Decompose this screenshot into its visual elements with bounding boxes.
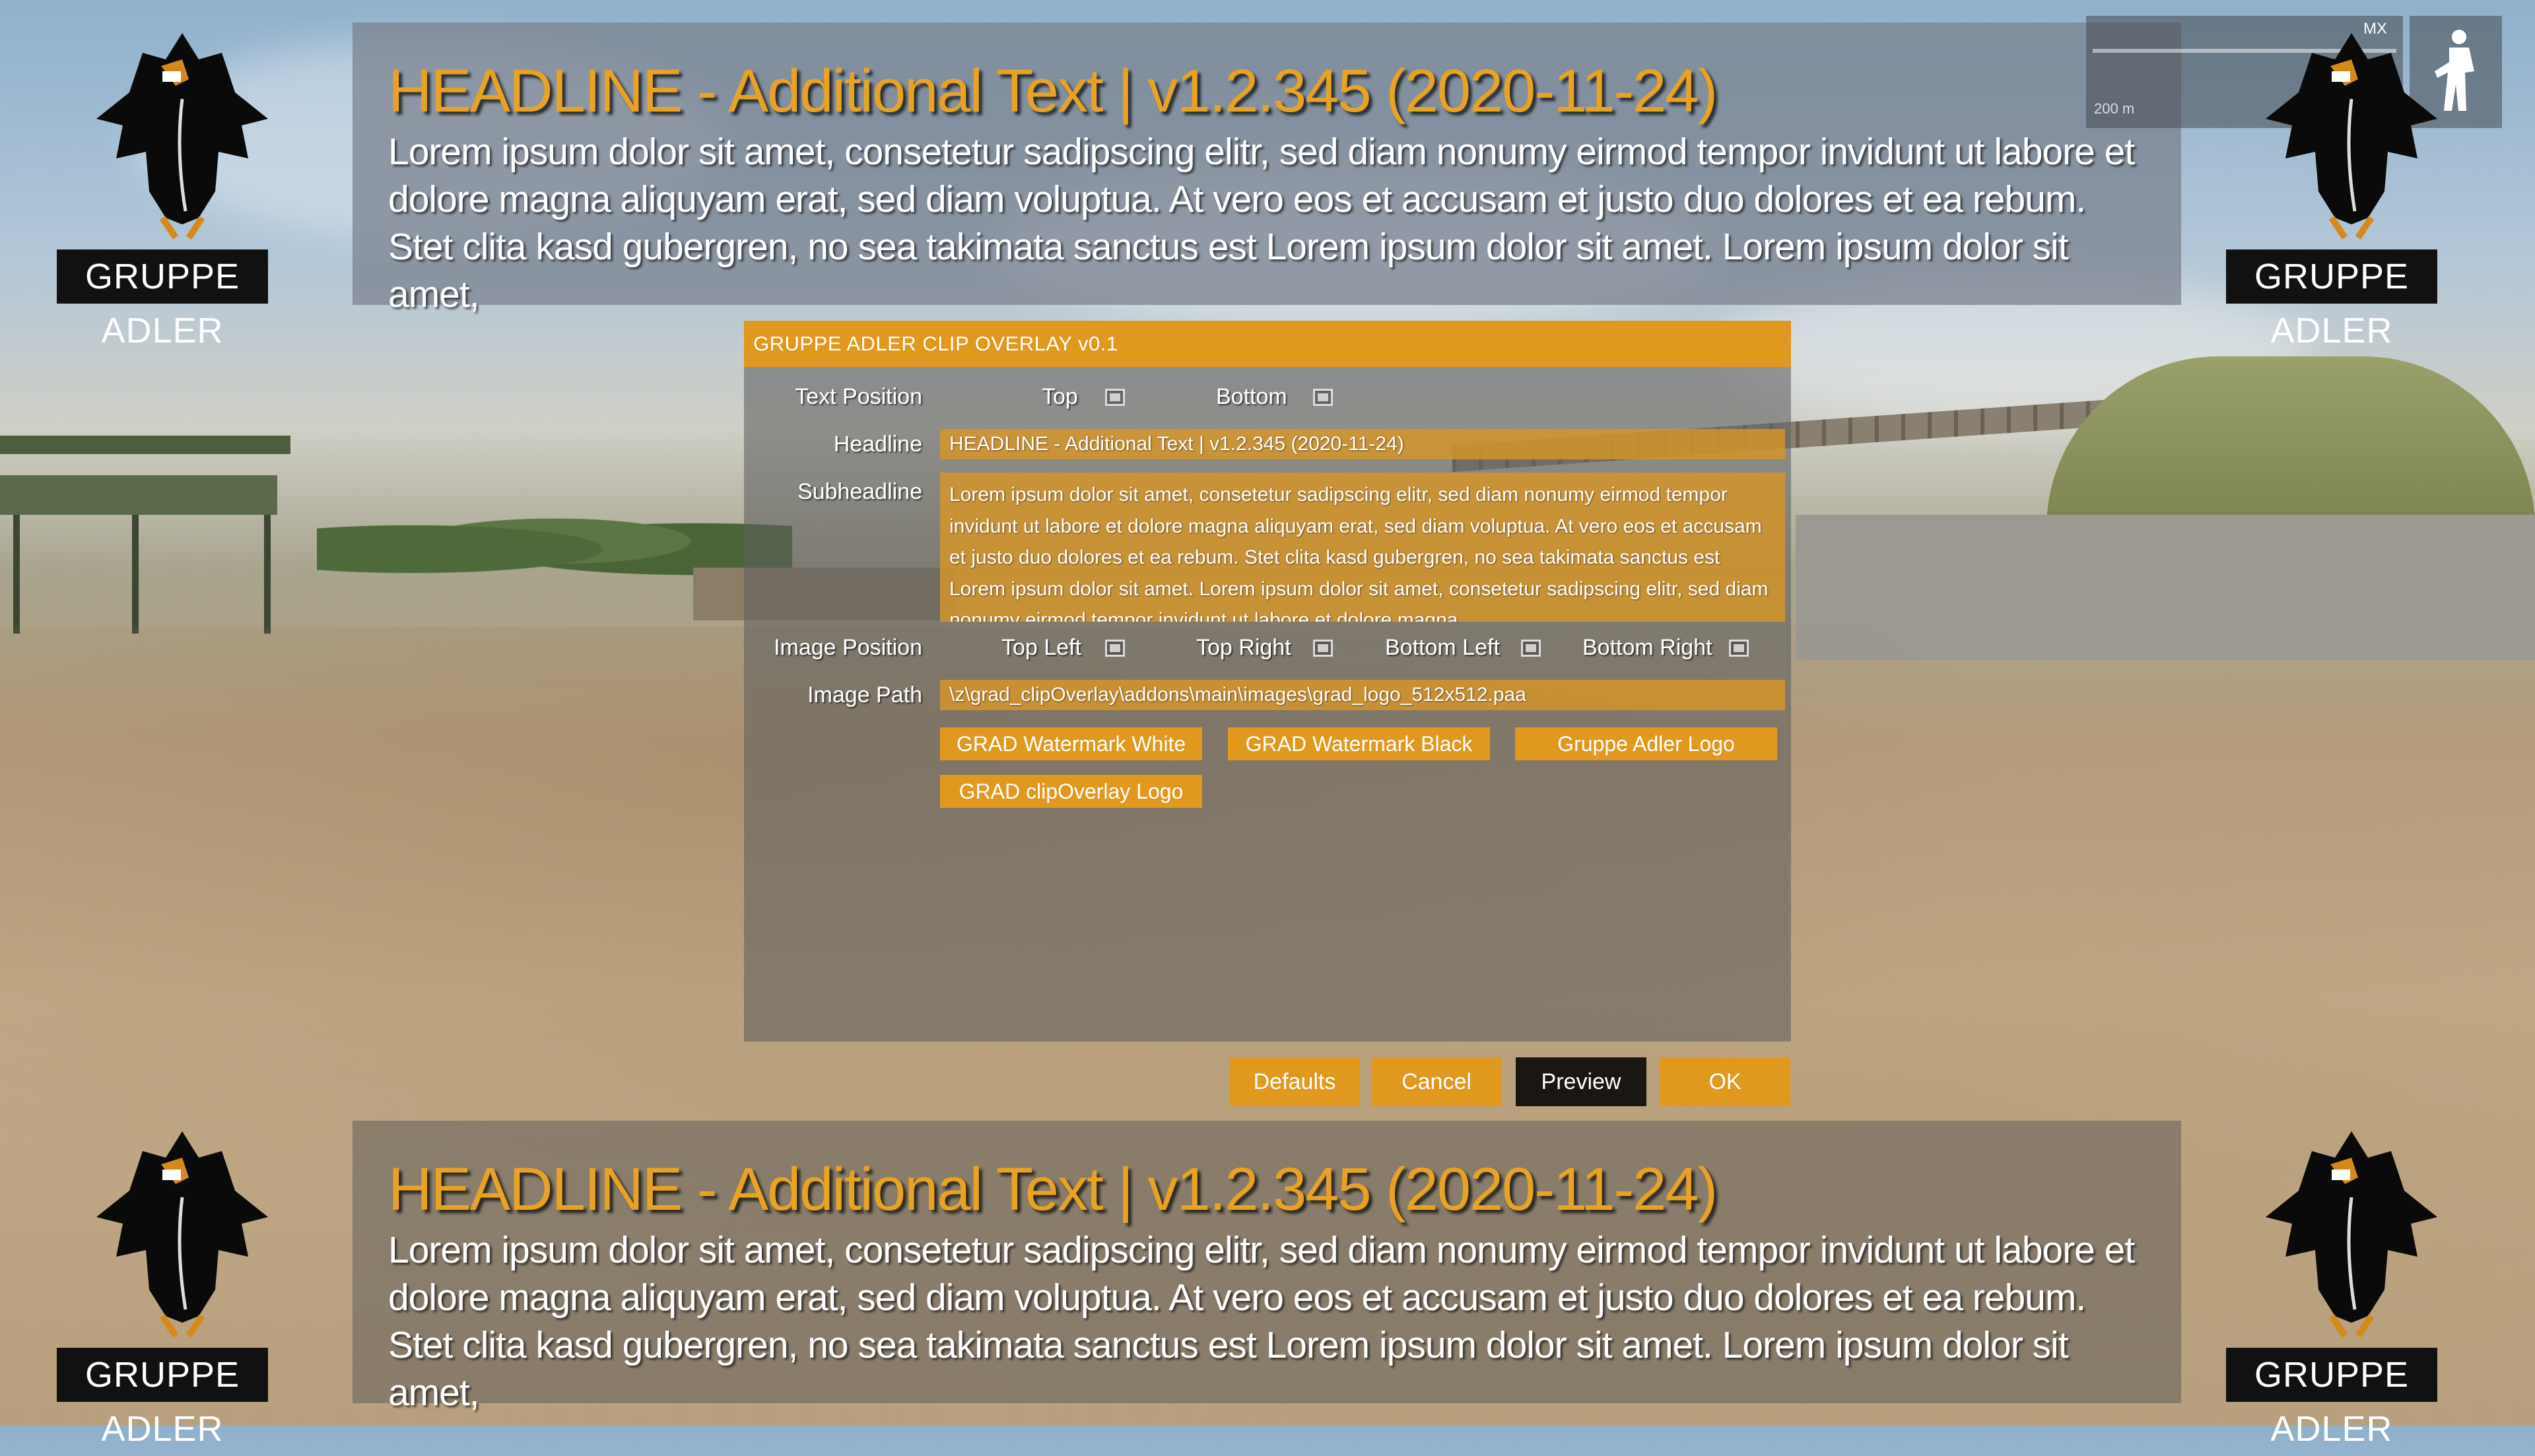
overlay-banner-bottom: HEADLINE - Additional Text | v1.2.345 (2… — [353, 1121, 2181, 1414]
banner-headline: HEADLINE - Additional Text | v1.2.345 (2… — [388, 1156, 1718, 1223]
subheadline-label: Subheadline — [797, 479, 922, 504]
logo-label: GRUPPE ADLER — [57, 249, 268, 350]
image-path-input[interactable]: \z\grad_clipOverlay\addons\main\images\g… — [940, 680, 1785, 710]
option-label-top: Top — [1042, 384, 1078, 409]
preset-grad-watermark-white-button[interactable]: GRAD Watermark White — [940, 727, 1202, 760]
gruppe-adler-logo: GRUPPE ADLER — [57, 20, 308, 350]
gruppe-adler-logo: GRUPPE ADLER — [57, 1118, 308, 1449]
headline-input[interactable]: HEADLINE - Additional Text | v1.2.345 (2… — [940, 429, 1785, 459]
banner-headline: HEADLINE - Additional Text | v1.2.345 (2… — [388, 57, 1718, 125]
eagle-icon — [96, 33, 268, 240]
eagle-icon — [2266, 33, 2437, 240]
preview-button[interactable]: Preview — [1516, 1057, 1646, 1106]
zeroing-range: 200 m — [2094, 100, 2135, 117]
option-label-top-left: Top Left — [1001, 635, 1081, 660]
dialog-title: GRUPPE ADLER CLIP OVERLAY v0.1 — [744, 321, 1791, 367]
text-position-label: Text Position — [795, 384, 922, 409]
logo-label: GRUPPE ADLER — [2226, 1348, 2437, 1449]
option-label-bottom-left: Bottom Left — [1385, 635, 1500, 660]
logo-label: GRUPPE ADLER — [57, 1348, 268, 1449]
eagle-icon — [2266, 1131, 2437, 1338]
banner-subheadline: Lorem ipsum dolor sit amet, consetetur s… — [388, 1229, 2135, 1414]
logo-label: GRUPPE ADLER — [2226, 249, 2437, 350]
option-label-bottom: Bottom — [1216, 384, 1287, 409]
preset-grad-watermark-black-button[interactable]: GRAD Watermark Black — [1228, 727, 1490, 760]
option-label-bottom-right: Bottom Right — [1582, 635, 1712, 660]
preset-gruppe-adler-logo-button[interactable]: Gruppe Adler Logo — [1515, 727, 1777, 760]
watch-tower — [0, 409, 290, 634]
eagle-icon — [96, 1131, 268, 1338]
subheadline-textarea[interactable]: Lorem ipsum dolor sit amet, consetetur s… — [940, 473, 1785, 622]
checkbox-image-top-right[interactable] — [1313, 640, 1333, 657]
overlay-banner-top: HEADLINE - Additional Text | v1.2.345 (2… — [353, 22, 2181, 315]
checkbox-image-bottom-right[interactable] — [1729, 640, 1749, 657]
clip-overlay-dialog: GRUPPE ADLER CLIP OVERLAY v0.1 Text Posi… — [744, 321, 1791, 1042]
gruppe-adler-logo: GRUPPE ADLER — [2226, 20, 2477, 350]
image-path-label: Image Path — [807, 682, 922, 708]
headline-label: Headline — [833, 432, 922, 457]
checkbox-text-bottom[interactable] — [1313, 389, 1333, 406]
gruppe-adler-logo: GRUPPE ADLER — [2226, 1118, 2477, 1449]
checkbox-image-bottom-left[interactable] — [1521, 640, 1541, 657]
option-label-top-right: Top Right — [1196, 635, 1291, 660]
preset-grad-clipoverlay-logo-button[interactable]: GRAD clipOverlay Logo — [940, 775, 1202, 808]
checkbox-image-top-left[interactable] — [1105, 640, 1125, 657]
image-position-label: Image Position — [774, 635, 922, 660]
defaults-button[interactable]: Defaults — [1229, 1057, 1360, 1106]
banner-subheadline: Lorem ipsum dolor sit amet, consetetur s… — [388, 131, 2135, 315]
cancel-button[interactable]: Cancel — [1371, 1057, 1502, 1106]
checkbox-text-top[interactable] — [1105, 389, 1125, 406]
ok-button[interactable]: OK — [1660, 1057, 1790, 1106]
